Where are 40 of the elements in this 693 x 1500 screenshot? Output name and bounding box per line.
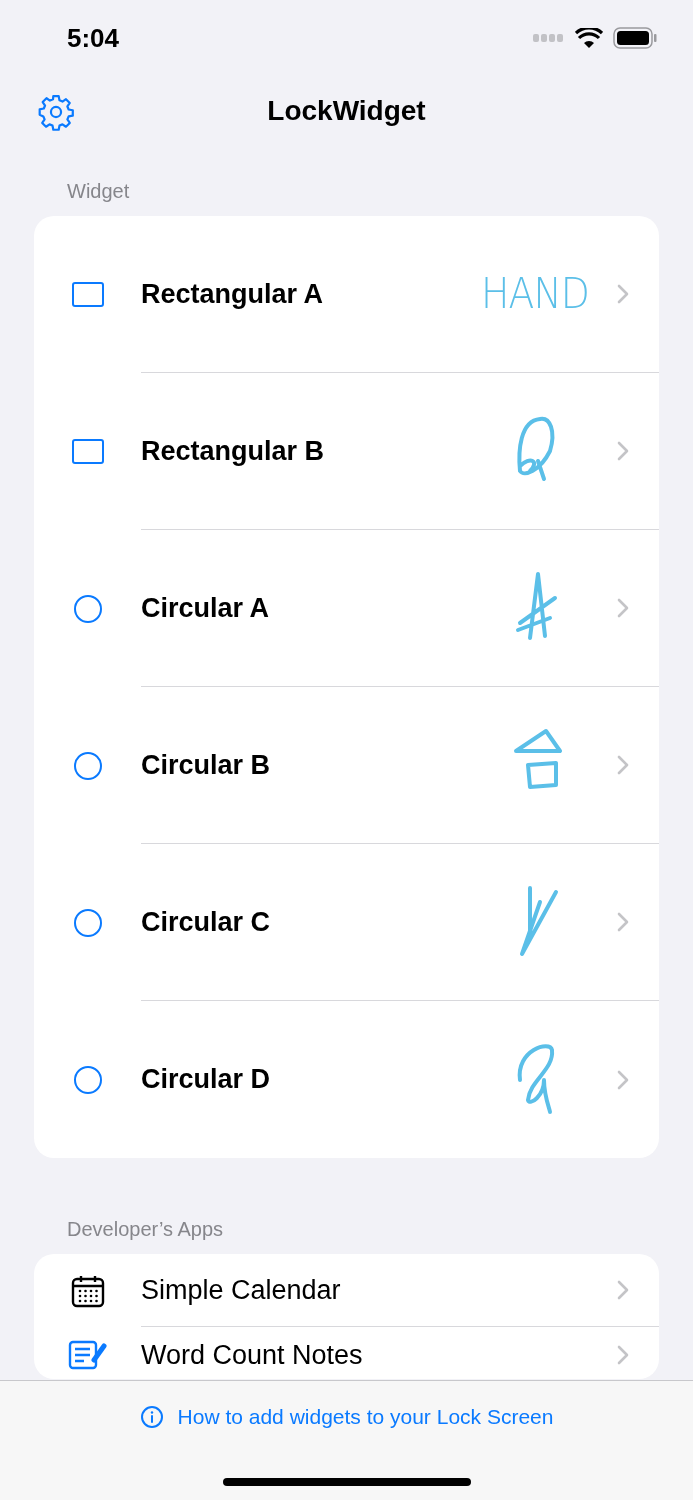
nav-title: LockWidget bbox=[267, 94, 426, 128]
app-row[interactable]: Word Count Notes bbox=[34, 1327, 659, 1379]
chevron-icon bbox=[617, 755, 629, 775]
widget-label: Circular A bbox=[141, 591, 271, 625]
widget-label: Circular C bbox=[141, 905, 272, 939]
status-time: 5:04 bbox=[67, 21, 120, 55]
battery-icon bbox=[613, 27, 657, 49]
widget-row[interactable]: Circular C bbox=[34, 844, 659, 1001]
widget-row[interactable]: Rectangular A HAND bbox=[34, 216, 659, 373]
widget-label: Rectangular B bbox=[141, 434, 326, 468]
chevron-icon bbox=[617, 1280, 629, 1300]
calendar-icon bbox=[70, 1273, 105, 1308]
chevron-icon bbox=[617, 284, 629, 304]
widget-label: Rectangular A bbox=[141, 277, 325, 311]
chevron-icon bbox=[617, 1345, 629, 1365]
section-header: Developer’s Apps bbox=[67, 1218, 224, 1240]
help-link[interactable]: How to add widgets to your Lock Screen bbox=[139, 1401, 554, 1433]
widget-label: Circular B bbox=[141, 748, 272, 782]
info-icon bbox=[139, 1404, 164, 1429]
app-label: Simple Calendar bbox=[141, 1273, 342, 1307]
app-label: Word Count Notes bbox=[141, 1338, 364, 1372]
chevron-icon bbox=[617, 1069, 629, 1090]
rectangle-icon bbox=[71, 282, 104, 307]
widget-row[interactable]: Circular D bbox=[34, 1001, 659, 1158]
chevron-icon bbox=[617, 441, 629, 461]
widget-row[interactable]: Circular A bbox=[34, 530, 659, 687]
widget-label: Circular D bbox=[141, 1063, 272, 1097]
settings-icon bbox=[37, 93, 75, 131]
settings-button[interactable] bbox=[36, 92, 76, 132]
cellular-signal-icon bbox=[533, 34, 565, 42]
rectangle-icon bbox=[71, 439, 104, 464]
section-header: Widget bbox=[67, 180, 130, 202]
app-row[interactable]: Simple Calendar bbox=[34, 1254, 659, 1327]
notes-icon bbox=[67, 1338, 108, 1372]
widget-row[interactable]: Rectangular B bbox=[34, 373, 659, 530]
widget-row[interactable]: Circular B bbox=[34, 687, 659, 844]
wifi-icon bbox=[575, 28, 603, 48]
chevron-icon bbox=[617, 912, 629, 932]
sketch-text: HAND bbox=[481, 273, 589, 315]
chevron-icon bbox=[617, 598, 629, 618]
